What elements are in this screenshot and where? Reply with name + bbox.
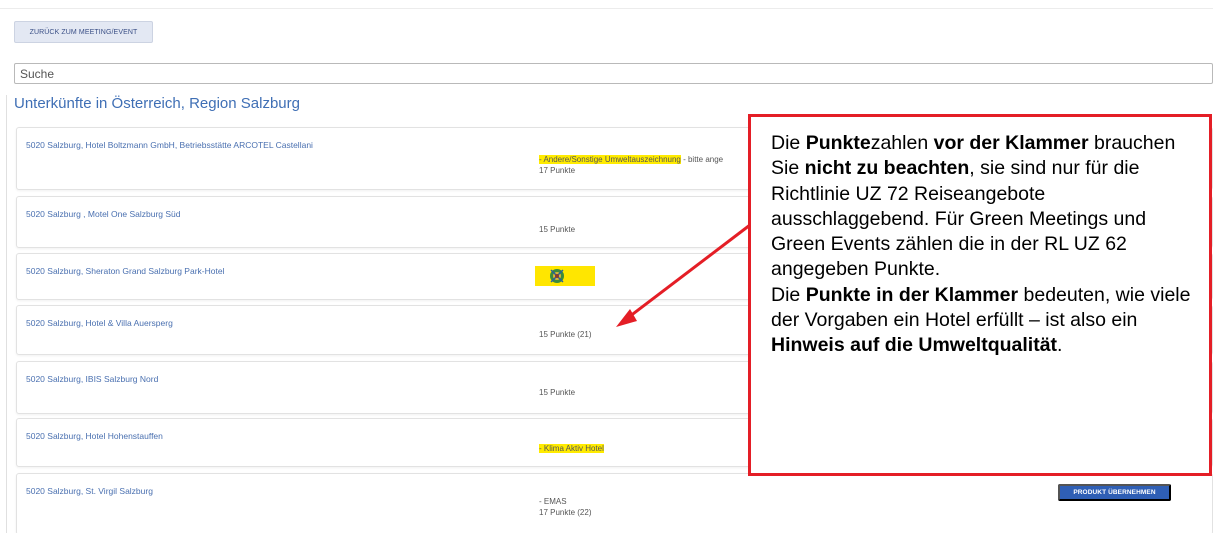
annotation-paragraph-2: Die Punkte in der Klammer bedeuten, wie … <box>771 283 1199 359</box>
back-to-meeting-button[interactable]: ZURÜCK ZUM MEETING/EVENT <box>14 21 153 43</box>
points-text: 17 Punkte <box>539 166 576 175</box>
search-input[interactable] <box>14 63 1213 84</box>
annotation-text: Die <box>771 283 806 306</box>
annotation-paragraph-1: Die Punktezahlen vor der Klammer brauche… <box>771 131 1199 283</box>
points-text: 15 Punkte (21) <box>539 330 592 339</box>
hotel-info: 15 Punkte <box>539 224 575 235</box>
points-text: 17 Punkte (22) <box>539 508 592 517</box>
eco-label-icon <box>535 266 595 286</box>
left-divider <box>6 95 7 533</box>
page-title: Unterkünfte in Österreich, Region Salzbu… <box>14 95 300 112</box>
points-text: 15 Punkte <box>539 225 576 234</box>
annotation-bold: Punkte in der Klammer <box>805 283 1019 306</box>
hotel-info: 15 Punkte <box>539 387 575 398</box>
label-text: - Klima Aktiv Hotel <box>539 444 604 453</box>
hotel-name-link[interactable]: 5020 Salzburg, Sheraton Grand Salzburg P… <box>26 266 224 276</box>
hotel-name-link[interactable]: 5020 Salzburg, St. Virgil Salzburg <box>26 486 153 496</box>
hotel-name-link[interactable]: 5020 Salzburg, Hotel Hohenstauffen <box>26 431 163 441</box>
hotel-info: - EMAS 17 Punkte (22) <box>539 496 591 518</box>
hotel-name-link[interactable]: 5020 Salzburg , Motel One Salzburg Süd <box>26 209 181 219</box>
hotel-name-link[interactable]: 5020 Salzburg, IBIS Salzburg Nord <box>26 374 158 384</box>
points-text: 15 Punkte <box>539 388 576 397</box>
annotation-bold: Punkte <box>805 132 871 154</box>
top-divider <box>0 8 1213 9</box>
hotel-info: - Andere/Sonstige Umweltauszeichnung - b… <box>539 154 723 176</box>
annotation-text: Die <box>771 132 806 154</box>
hotel-info: - Klima Aktiv Hotel <box>539 443 604 454</box>
list-item: 5020 Salzburg, St. Virgil Salzburg - EMA… <box>16 473 1213 533</box>
label-rest: - bitte ange <box>680 155 724 164</box>
annotation-bold: nicht zu beachten <box>804 157 970 180</box>
annotation-text: zahlen <box>870 132 934 154</box>
annotation-bold: vor der Klammer <box>933 132 1089 154</box>
hotel-name-link[interactable]: 5020 Salzburg, Hotel & Villa Auersperg <box>26 318 173 328</box>
label-text: - Andere/Sonstige Umweltauszeichnung <box>539 155 681 164</box>
annotation-text: . <box>1057 334 1063 357</box>
hotel-name-link[interactable]: 5020 Salzburg, Hotel Boltzmann GmbH, Bet… <box>26 140 313 150</box>
take-product-button[interactable]: PRODUKT ÜBERNEHMEN <box>1058 484 1171 501</box>
label-text: - EMAS <box>539 497 567 506</box>
hotel-info: 15 Punkte (21) <box>539 329 591 340</box>
annotation-bold: Hinweis auf die Umweltqualität <box>771 334 1058 357</box>
annotation-box: Die Punktezahlen vor der Klammer brauche… <box>748 114 1212 476</box>
